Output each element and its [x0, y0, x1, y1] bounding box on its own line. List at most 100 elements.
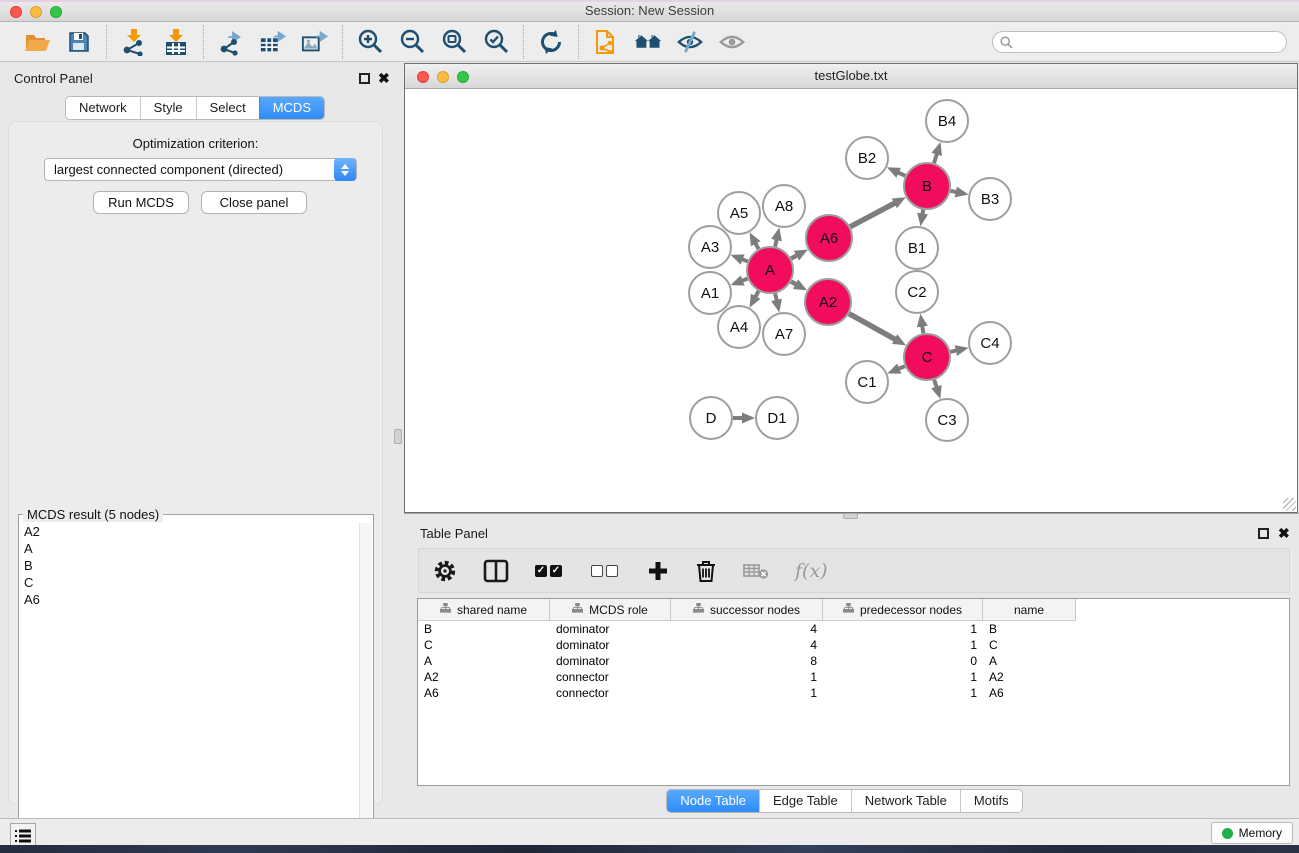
export-network-icon[interactable] — [217, 28, 245, 56]
export-table-icon[interactable] — [259, 28, 287, 56]
node-A4[interactable]: A4 — [718, 306, 760, 348]
node-D[interactable]: D — [690, 397, 732, 439]
table-row[interactable]: Cdominator41C — [418, 637, 1289, 653]
function-builder-icon[interactable]: f(x) — [795, 556, 828, 586]
zoom-fit-icon[interactable] — [440, 28, 468, 56]
node-C4[interactable]: C4 — [969, 322, 1011, 364]
column-header-successor-nodes[interactable]: successor nodes — [671, 599, 823, 621]
node-table[interactable]: shared nameMCDS rolesuccessor nodesprede… — [417, 598, 1290, 786]
edge-B-B1[interactable] — [922, 210, 923, 216]
edge-A6-B[interactable] — [850, 202, 896, 226]
node-B2[interactable]: B2 — [846, 137, 888, 179]
table-row[interactable]: A6connector11A6 — [418, 685, 1289, 701]
close-panel-icon[interactable]: ✖ — [378, 71, 390, 85]
edge-A2-C[interactable] — [849, 314, 896, 340]
node-A7[interactable]: A7 — [763, 313, 805, 355]
table-row[interactable]: Adominator80A — [418, 653, 1289, 669]
node-A6[interactable]: A6 — [806, 215, 852, 261]
node-A8[interactable]: A8 — [763, 185, 805, 227]
import-table-icon[interactable] — [162, 28, 190, 56]
tab-select[interactable]: Select — [196, 97, 259, 119]
save-icon[interactable] — [65, 28, 93, 56]
node-C1[interactable]: C1 — [846, 361, 888, 403]
open-folder-icon[interactable] — [23, 28, 51, 56]
table-row[interactable]: A2connector11A2 — [418, 669, 1289, 685]
tab-motifs[interactable]: Motifs — [960, 790, 1022, 812]
network-from-file-icon[interactable] — [592, 28, 620, 56]
column-header-name[interactable]: name — [983, 599, 1076, 621]
node-A[interactable]: A — [747, 247, 793, 293]
refresh-icon[interactable] — [537, 28, 565, 56]
delete-column-icon[interactable] — [695, 556, 717, 586]
show-eye-icon[interactable] — [718, 28, 746, 56]
column-header-shared-name[interactable]: shared name — [418, 599, 550, 621]
edge-A-A4[interactable] — [755, 291, 759, 298]
export-image-icon[interactable] — [301, 28, 329, 56]
node-A2[interactable]: A2 — [805, 279, 851, 325]
node-D1[interactable]: D1 — [756, 397, 798, 439]
minimize-window-button[interactable] — [30, 6, 42, 18]
table-row[interactable]: Bdominator41B — [418, 621, 1289, 637]
mcds-result-item[interactable]: A2 — [20, 523, 359, 540]
edge-B-B3[interactable] — [951, 191, 958, 192]
edge-C-C1[interactable] — [897, 366, 904, 369]
mcds-list-scrollbar[interactable] — [359, 523, 372, 853]
home-layout-icon[interactable] — [634, 28, 662, 56]
mcds-result-item[interactable]: C — [20, 574, 359, 591]
node-C2[interactable]: C2 — [896, 271, 938, 313]
network-canvas[interactable]: B4 B2 B B3 A8A5 A6 A3 B1 A A1 C2 A2 A4A7 C4 C C1 C3 D D1 — [405, 89, 1297, 512]
node-A3[interactable]: A3 — [689, 226, 731, 268]
run-mcds-button[interactable]: Run MCDS — [93, 191, 189, 214]
node-C3[interactable]: C3 — [926, 399, 968, 441]
node-A5[interactable]: A5 — [718, 192, 760, 234]
memory-button[interactable]: Memory — [1211, 822, 1293, 844]
node-C[interactable]: C — [904, 334, 950, 380]
hide-eye-icon[interactable] — [676, 28, 704, 56]
zoom-selected-icon[interactable] — [482, 28, 510, 56]
tab-edge-table[interactable]: Edge Table — [759, 790, 851, 812]
tab-network-table[interactable]: Network Table — [851, 790, 960, 812]
edge-A-A8[interactable] — [775, 238, 777, 246]
window-resize-grip[interactable] — [1283, 498, 1296, 511]
edge-A-A1[interactable] — [741, 279, 748, 282]
edge-A-A6[interactable] — [791, 255, 798, 259]
close-window-button[interactable] — [10, 6, 22, 18]
settings-gear-icon[interactable] — [433, 556, 457, 586]
tab-node-table[interactable]: Node Table — [667, 790, 759, 812]
float-panel-icon[interactable] — [359, 73, 370, 84]
close-panel-icon[interactable]: ✖ — [1278, 526, 1290, 540]
tab-network[interactable]: Network — [66, 97, 140, 119]
node-B4[interactable]: B4 — [926, 100, 968, 142]
add-column-icon[interactable] — [647, 556, 669, 586]
close-network-window-button[interactable] — [417, 71, 429, 83]
close-panel-button[interactable]: Close panel — [201, 191, 307, 214]
node-B[interactable]: B — [904, 163, 950, 209]
column-layout-icon[interactable] — [483, 556, 509, 586]
search-input[interactable] — [992, 31, 1287, 53]
zoom-in-icon[interactable] — [356, 28, 384, 56]
node-B3[interactable]: B3 — [969, 178, 1011, 220]
edge-A-A5[interactable] — [755, 242, 759, 249]
edge-A-A7[interactable] — [775, 293, 777, 301]
minimize-network-window-button[interactable] — [437, 71, 449, 83]
edge-C-C4[interactable] — [950, 350, 957, 352]
maximize-network-window-button[interactable] — [457, 71, 469, 83]
import-network-icon[interactable] — [120, 28, 148, 56]
node-A1[interactable]: A1 — [689, 272, 731, 314]
mcds-result-item[interactable]: A — [20, 540, 359, 557]
criterion-select[interactable]: largest connected component (directed) — [44, 158, 357, 181]
node-B1[interactable]: B1 — [896, 227, 938, 269]
mcds-result-item[interactable]: A6 — [20, 591, 359, 608]
select-all-checkboxes-icon[interactable]: ✓✓ — [535, 556, 565, 586]
column-header-MCDS-role[interactable]: MCDS role — [550, 599, 671, 621]
column-header-predecessor-nodes[interactable]: predecessor nodes — [823, 599, 983, 621]
edge-C-C2[interactable] — [922, 325, 923, 334]
deselect-all-checkboxes-icon[interactable] — [591, 556, 621, 586]
maximize-window-button[interactable] — [50, 6, 62, 18]
edge-B-B4[interactable] — [934, 153, 937, 164]
edge-A-A3[interactable] — [741, 259, 748, 262]
edge-B-B2[interactable] — [897, 172, 905, 176]
tab-mcds[interactable]: MCDS — [259, 97, 324, 119]
tab-style[interactable]: Style — [140, 97, 196, 119]
float-panel-icon[interactable] — [1258, 528, 1269, 539]
